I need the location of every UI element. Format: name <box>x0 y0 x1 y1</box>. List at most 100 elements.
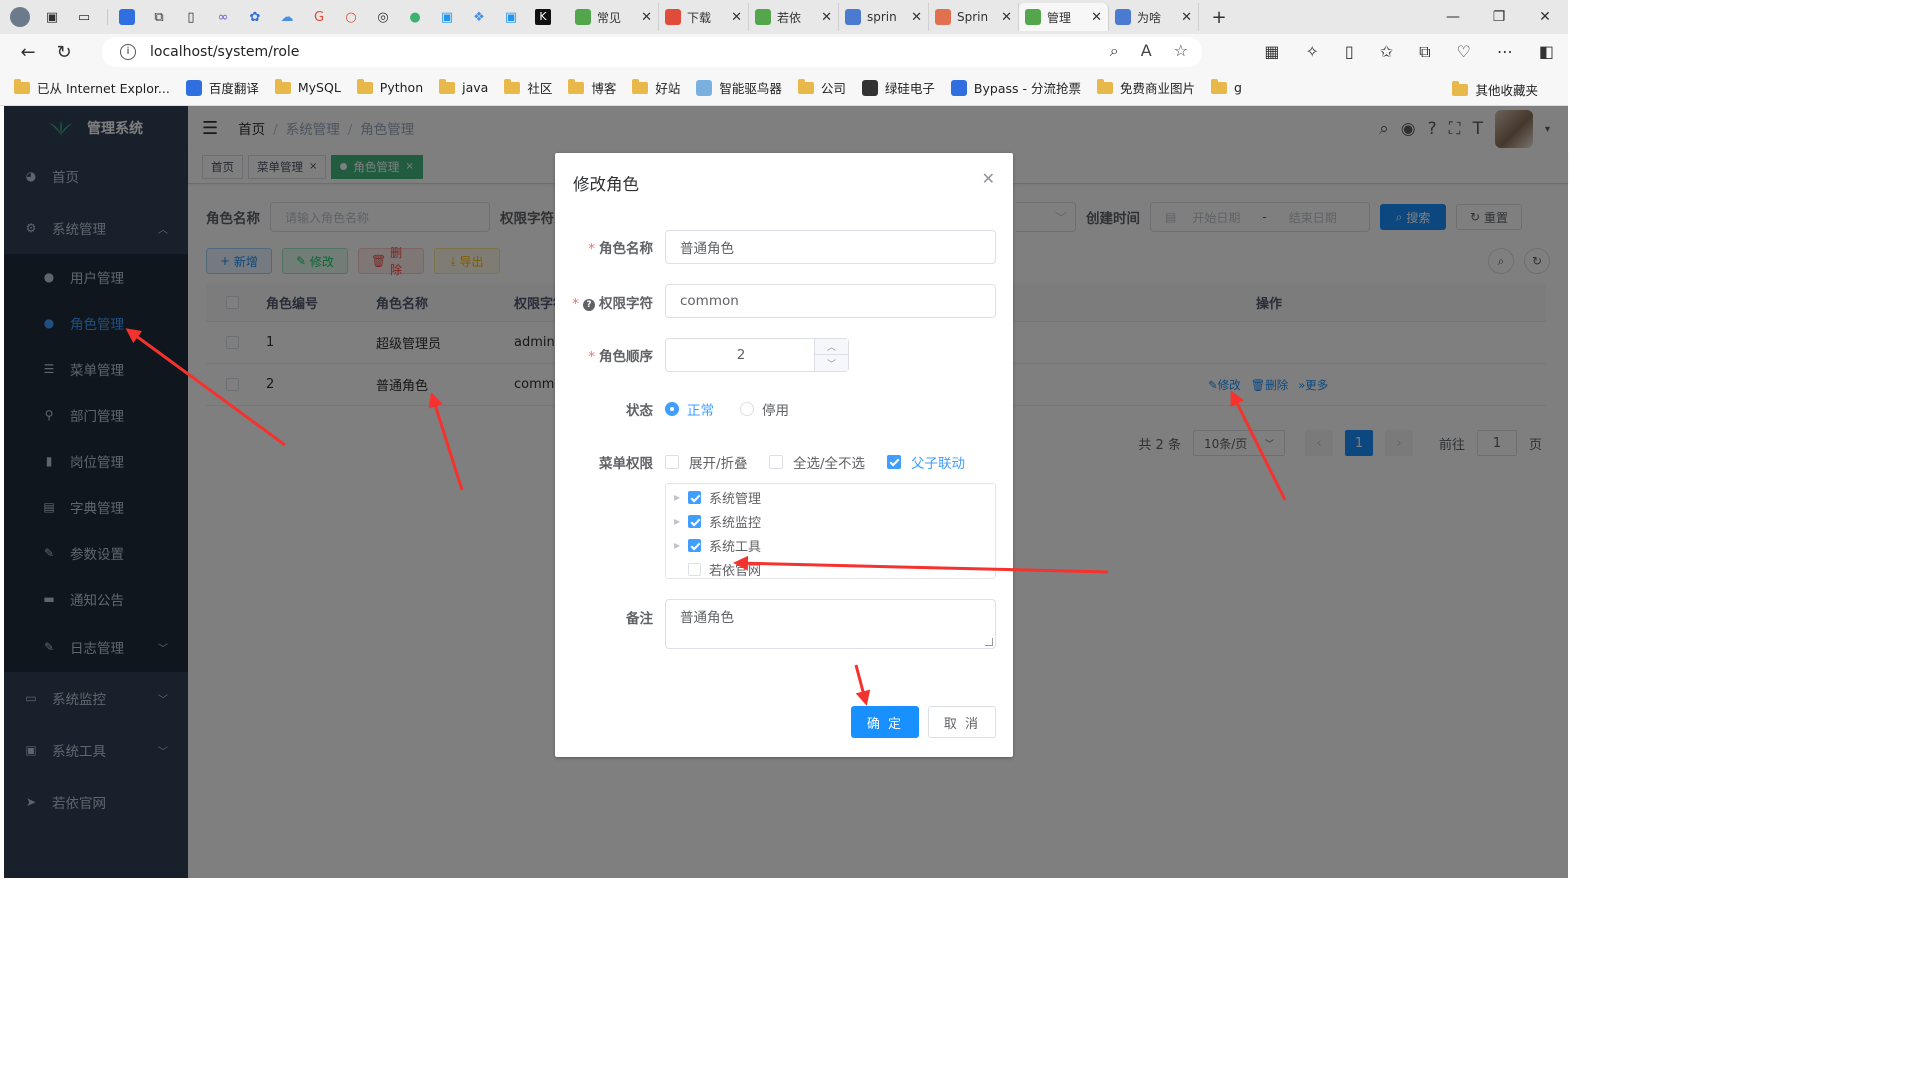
pinned-circle-icon[interactable]: ○ <box>337 5 365 29</box>
question-icon[interactable]: ? <box>583 299 595 311</box>
pinned-bilibili2-icon[interactable]: ▣ <box>497 5 525 29</box>
zoom-icon[interactable]: ⌕ <box>1110 41 1119 61</box>
new-tab-button[interactable]: + <box>1205 7 1233 28</box>
sidebar-toggle-icon[interactable]: ◧ <box>1539 42 1554 62</box>
caret-right-icon[interactable]: ▶ <box>674 517 688 526</box>
tab-close-icon[interactable]: ✕ <box>911 10 922 25</box>
bookmark-item[interactable]: 免费商业图片 <box>1096 78 1195 97</box>
pinned-baidu-icon[interactable]: ✿ <box>241 5 269 29</box>
status-normal-radio[interactable]: 正常 <box>665 399 714 419</box>
pinned-cloud2-icon[interactable]: ❖ <box>465 5 493 29</box>
select-all-checkbox[interactable]: 全选/全不选 <box>769 452 865 472</box>
more-icon[interactable]: ⋯ <box>1497 42 1513 62</box>
pinned-g-icon[interactable]: G <box>305 5 333 29</box>
role-order-stepper[interactable]: 2 ︿ ﹀ <box>665 338 849 372</box>
minimize-button[interactable]: — <box>1430 9 1476 25</box>
radio-dot <box>665 402 679 416</box>
bookmark-item[interactable]: 好站 <box>632 78 680 97</box>
linkage-checkbox[interactable]: 父子联动 <box>887 452 965 472</box>
tree-node[interactable]: ▶ 系统工具 <box>674 536 761 555</box>
workspaces-icon[interactable]: ▣ <box>38 5 66 29</box>
bookmark-item[interactable]: 社区 <box>504 78 552 97</box>
tree-checkbox[interactable] <box>688 563 701 576</box>
favorite-star-icon[interactable]: ☆ <box>1174 41 1188 61</box>
perm-key-input[interactable]: common <box>665 284 996 318</box>
tab-close-icon[interactable]: ✕ <box>731 10 742 25</box>
caret-right-icon[interactable]: ▶ <box>674 493 688 502</box>
site-info-icon[interactable]: i <box>120 44 136 60</box>
role-name-input[interactable]: 普通角色 <box>665 230 996 264</box>
bookmark-item[interactable]: 绿硅电子 <box>861 78 935 97</box>
tab-close-icon[interactable]: ✕ <box>1181 10 1192 25</box>
profile-avatar-icon[interactable] <box>6 5 34 29</box>
maximize-button[interactable]: ❐ <box>1476 9 1522 25</box>
pinned-k-icon[interactable]: K <box>529 5 557 29</box>
tab-actions-icon[interactable]: ▭ <box>70 5 98 29</box>
pinned-link-icon[interactable]: ∞ <box>209 5 237 29</box>
refresh-button[interactable]: ↻ <box>46 42 82 63</box>
tree-checkbox[interactable] <box>688 515 701 528</box>
collections-icon[interactable]: ⧉ <box>1419 42 1430 62</box>
caret-right-icon[interactable]: ▶ <box>674 541 688 550</box>
resize-handle[interactable] <box>985 638 993 646</box>
tree-node[interactable]: ▶ 系统监控 <box>674 512 761 531</box>
bookmark-item[interactable]: Python <box>356 78 423 95</box>
status-disabled-label: 停用 <box>762 403 789 419</box>
role-name-label-text: 角色名称 <box>599 241 653 257</box>
remark-textarea[interactable]: 普通角色 <box>665 599 996 649</box>
browser-tab[interactable]: 下载 ✕ <box>659 3 749 31</box>
expand-collapse-checkbox[interactable]: 展开/折叠 <box>665 452 748 472</box>
bookmark-favicon-icon <box>185 79 202 96</box>
tree-node[interactable]: 若依官网 <box>674 560 761 579</box>
tab-close-icon[interactable]: ✕ <box>821 10 832 25</box>
back-button[interactable]: ← <box>10 42 46 63</box>
status-disabled-radio[interactable]: 停用 <box>740 399 789 419</box>
browser-tab[interactable]: Sprin ✕ <box>929 3 1019 31</box>
increase-icon[interactable]: ︿ <box>815 339 848 355</box>
extension-icon[interactable]: ▦ <box>1264 42 1279 62</box>
tab-close-icon[interactable]: ✕ <box>1001 10 1012 25</box>
tree-checkbox[interactable] <box>688 491 701 504</box>
tree-checkbox[interactable] <box>688 539 701 552</box>
bookmark-item[interactable]: MySQL <box>274 78 341 95</box>
url-field[interactable]: i localhost/system/role <box>102 37 1202 67</box>
pinned-translate-icon[interactable] <box>113 5 141 29</box>
browser-tab[interactable]: 常见 ✕ <box>569 3 659 31</box>
bookmark-item[interactable]: 智能驱鸟器 <box>696 78 782 97</box>
tree-node[interactable]: ▶ 系统管理 <box>674 488 761 507</box>
close-window-button[interactable]: ✕ <box>1522 9 1568 25</box>
browser-tab[interactable]: 为啥 ✕ <box>1109 3 1199 31</box>
tab-label: 下载 <box>687 10 712 25</box>
cancel-button[interactable]: 取 消 <box>928 706 996 738</box>
bookmark-label: g <box>1234 80 1242 95</box>
extensions-puzzle-icon[interactable]: ✧ <box>1305 42 1318 62</box>
bookmark-item[interactable]: 百度翻译 <box>185 78 259 97</box>
pinned-bilibili-icon[interactable]: ▣ <box>433 5 461 29</box>
favorites-icon[interactable]: ✩ <box>1380 42 1393 62</box>
folder-icon <box>14 78 30 94</box>
tab-close-icon[interactable]: ✕ <box>641 10 652 25</box>
bookmark-item[interactable]: 公司 <box>797 78 846 97</box>
close-icon[interactable]: ✕ <box>982 169 995 188</box>
bookmark-label: java <box>462 80 489 95</box>
browser-tab[interactable]: sprin ✕ <box>839 3 929 31</box>
browser-tab[interactable]: 管理 ✕ <box>1019 3 1109 31</box>
pinned-spiral-icon[interactable]: ◎ <box>369 5 397 29</box>
bookmark-item[interactable]: 已从 Internet Explor... <box>14 78 170 97</box>
other-bookmarks[interactable]: 其他收藏夹 <box>1452 80 1538 99</box>
pinned-cloud-icon[interactable]: ☁ <box>273 5 301 29</box>
pinned-chat-icon[interactable]: ● <box>401 5 429 29</box>
tab-close-icon[interactable]: ✕ <box>1091 10 1102 25</box>
confirm-button[interactable]: 确 定 <box>851 706 919 738</box>
bookmark-item[interactable]: Bypass - 分流抢票 <box>950 78 1081 97</box>
pinned-tab-icon[interactable]: ⧉ <box>145 5 173 29</box>
bookmark-item[interactable]: g <box>1211 78 1242 95</box>
pinned-doc-icon[interactable]: ▯ <box>177 5 205 29</box>
split-screen-icon[interactable]: ▯ <box>1345 42 1354 62</box>
read-aloud-icon[interactable]: A <box>1141 41 1152 61</box>
browser-tab[interactable]: 若依 ✕ <box>749 3 839 31</box>
health-icon[interactable]: ♡ <box>1457 42 1471 62</box>
bookmark-item[interactable]: java <box>439 78 489 95</box>
decrease-icon[interactable]: ﹀ <box>815 355 848 371</box>
bookmark-item[interactable]: 博客 <box>568 78 616 97</box>
